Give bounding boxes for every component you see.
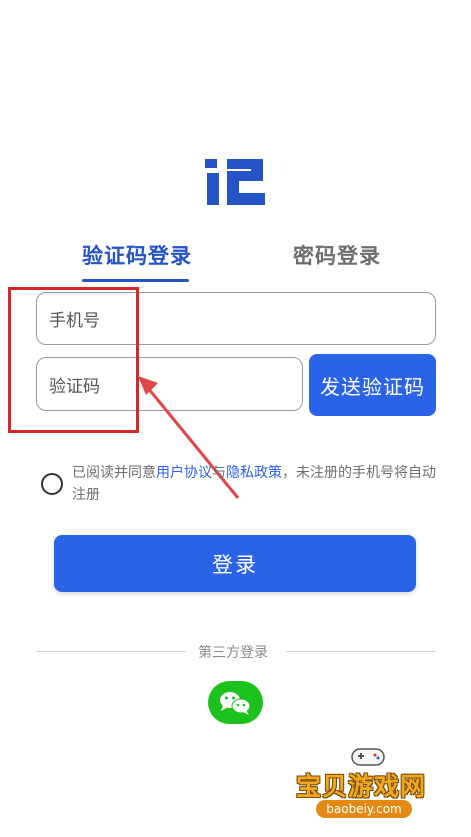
watermark: 宝贝游戏网 baobeiy.com <box>292 745 442 835</box>
watermark-url: baobeiy.com <box>316 800 412 818</box>
divider-left <box>36 651 186 652</box>
tab-password-login[interactable]: 密码登录 <box>293 240 381 270</box>
send-code-button[interactable]: 发送验证码 <box>309 354 436 416</box>
agreement-checkbox[interactable] <box>41 473 63 495</box>
privacy-policy-link[interactable]: 隐私政策 <box>226 465 282 481</box>
agreement-and: 与 <box>212 465 226 481</box>
wechat-login-button[interactable] <box>208 681 263 724</box>
third-party-login-label: 第三方登录 <box>198 645 268 661</box>
annotation-highlight-box <box>8 287 139 433</box>
tab-sms-login[interactable]: 验证码登录 <box>82 240 192 270</box>
active-tab-indicator <box>82 279 189 282</box>
watermark-name: 宝贝游戏网 <box>296 772 427 801</box>
app-logo <box>205 159 265 205</box>
wechat-icon <box>220 692 251 715</box>
divider-right <box>286 651 436 652</box>
gamepad-icon <box>351 748 385 766</box>
agreement-prefix: 已阅读并同意 <box>72 465 156 481</box>
user-agreement-link[interactable]: 用户协议 <box>156 465 212 481</box>
agreement-text: 已阅读并同意用户协议与隐私政策，未注册的手机号将自动注册 <box>72 462 442 506</box>
login-button[interactable]: 登录 <box>54 535 416 592</box>
